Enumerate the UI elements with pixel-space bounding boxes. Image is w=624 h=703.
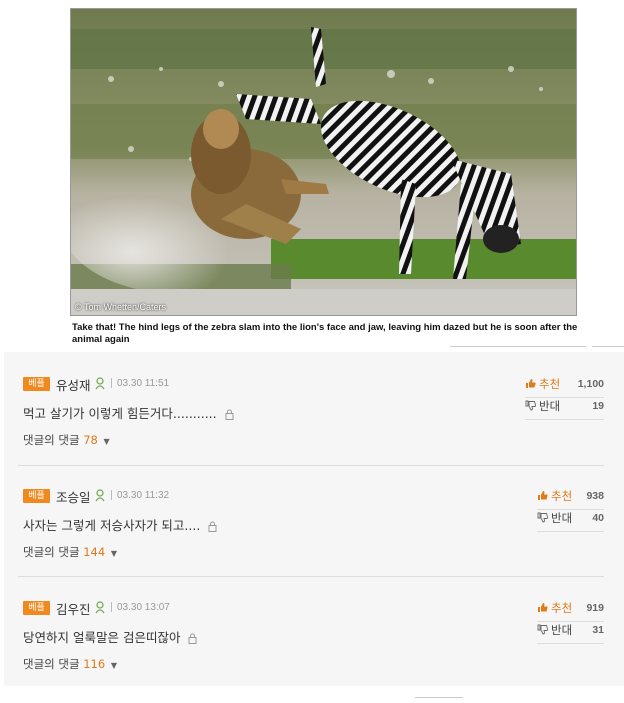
comment-text: 사자는 그렇게 저승사자가 되고.... [23,518,201,533]
comment-item: 베플 김우진 03.30 13:07 당연하지 얼룩말은 검은띠잖아 댓글의 댓… [20,576,604,686]
caption-divider [450,346,586,347]
upvote-count: 1,100 [577,378,604,390]
upvote-count: 919 [586,602,604,614]
reply-label: 댓글의 댓글 [23,657,80,671]
upvote-button[interactable]: 추천 1,100 [525,376,604,396]
caret-down-icon: ▼ [103,437,110,446]
lock-icon [225,409,234,420]
comment-time: 03.30 11:51 [117,378,170,389]
vote-divider [525,419,604,420]
thumbs-up-icon [538,603,548,612]
thumbs-down-icon [525,400,536,411]
downvote-count: 40 [592,512,604,524]
comment-author[interactable]: 유성재 [56,375,91,394]
downvote-button[interactable]: 반대 31 [537,622,604,642]
thumbs-up-icon [538,491,548,500]
caret-down-icon: ▼ [110,549,117,558]
best-comments-panel: 베플 유성재 03.30 11:51 먹고 살기가 이렇게 힘든거다......… [4,352,624,686]
upvote-label: 추천 [551,601,573,615]
downvote-label: 반대 [539,399,561,413]
photo-caption: Take that! The hind legs of the zebra sl… [72,322,578,345]
thumbs-up-icon [526,379,536,388]
caret-down-icon: ▼ [110,661,117,670]
reply-toggle[interactable]: 댓글의 댓글 144 ▼ [23,544,117,560]
photo-credit: © Tom Whetten/Caters [75,302,166,312]
downvote-count: 31 [592,624,604,636]
lock-icon [188,633,197,644]
separator [111,602,112,612]
reply-toggle[interactable]: 댓글의 댓글 78 ▼ [23,432,110,448]
user-icon[interactable] [95,489,105,502]
caption-divider [592,346,624,347]
separator [111,378,112,388]
reply-count: 116 [83,657,106,671]
upvote-button[interactable]: 추천 919 [537,600,604,620]
comment-time: 03.30 11:32 [117,490,170,501]
reply-count: 144 [83,545,106,559]
vote-divider [537,643,604,644]
lock-icon [208,521,217,532]
upvote-label: 추천 [539,377,561,391]
comment-body: 당연하지 얼룩말은 검은띠잖아 [23,627,197,646]
downvote-count: 19 [592,400,604,412]
comment-text: 당연하지 얼룩말은 검은띠잖아 [23,630,181,645]
comment-body: 먹고 살기가 이렇게 힘든거다........... [23,403,234,422]
best-badge: 베플 [23,489,50,503]
separator [111,490,112,500]
news-photo: © Tom Whetten/Caters [70,8,577,316]
comment-body: 사자는 그렇게 저승사자가 되고.... [23,515,217,534]
user-icon[interactable] [95,377,105,390]
thumbs-down-icon [537,512,548,523]
zebra-lion-photo [71,9,576,315]
downvote-button[interactable]: 반대 40 [537,510,604,530]
reply-toggle[interactable]: 댓글의 댓글 116 ▼ [23,656,117,672]
reply-count: 78 [83,433,98,447]
comment-time: 03.30 13:07 [117,602,170,613]
upvote-label: 추천 [551,489,573,503]
downvote-button[interactable]: 반대 19 [525,398,604,418]
reply-label: 댓글의 댓글 [23,545,80,559]
comment-author[interactable]: 김우진 [56,599,91,618]
best-badge: 베플 [23,377,50,391]
vote-divider [537,531,604,532]
footer-divider [415,697,463,698]
comment-item: 베플 조승일 03.30 11:32 사자는 그렇게 저승사자가 되고.... … [20,464,604,574]
best-badge: 베플 [23,601,50,615]
comment-author[interactable]: 조승일 [56,487,91,506]
downvote-label: 반대 [551,623,573,637]
article: © Tom Whetten/Caters Take that! The hind… [0,0,624,352]
comment-text: 먹고 살기가 이렇게 힘든거다........... [23,406,217,421]
user-icon[interactable] [95,601,105,614]
thumbs-down-icon [537,624,548,635]
downvote-label: 반대 [551,511,573,525]
upvote-button[interactable]: 추천 938 [537,488,604,508]
upvote-count: 938 [586,490,604,502]
reply-label: 댓글의 댓글 [23,433,80,447]
comment-item: 베플 유성재 03.30 11:51 먹고 살기가 이렇게 힘든거다......… [20,352,604,462]
